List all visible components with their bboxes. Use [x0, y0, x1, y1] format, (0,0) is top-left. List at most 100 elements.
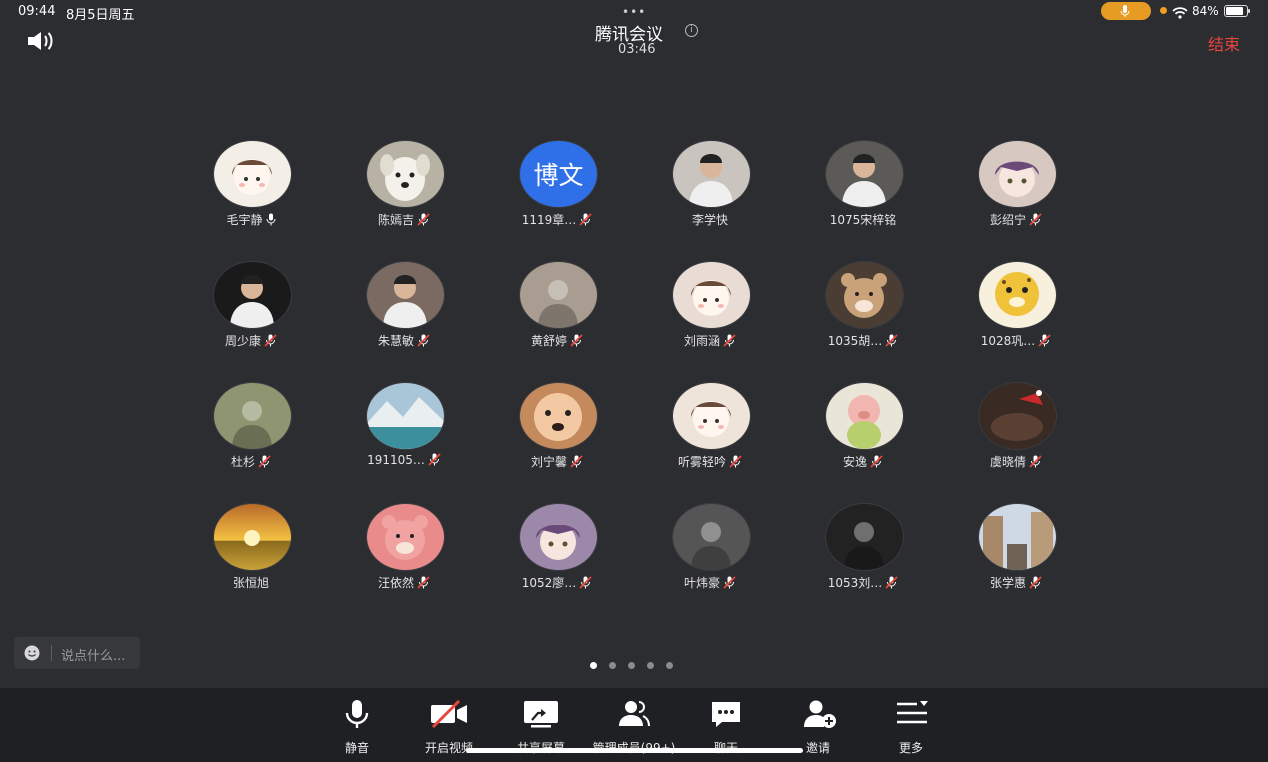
participant-tile[interactable]: 张恒旭 [166, 501, 319, 622]
mute-button[interactable]: 静音 [311, 688, 403, 762]
participant-tile[interactable]: 彭绍宁 [931, 138, 1084, 259]
participant-tile[interactable]: 毛宇静 [166, 138, 319, 259]
participant-name: 1052廖… [521, 576, 577, 590]
participant-tile[interactable]: 191105… [319, 380, 472, 501]
more-label: 更多 [898, 741, 923, 755]
participant-name-row: 刘雨涵 [625, 332, 795, 350]
avatar [978, 140, 1057, 208]
microphone-muted-icon [1029, 213, 1042, 229]
page-dot[interactable] [647, 662, 654, 669]
participant-tile[interactable]: 李学快 [625, 138, 778, 259]
participant-name: 杜杉 [230, 455, 255, 469]
microphone-muted-icon [1029, 576, 1042, 592]
avatar-text: 博文 [533, 161, 584, 190]
mute-label: 静音 [344, 741, 369, 755]
participant-name: 张学惠 [989, 576, 1026, 590]
participant-name: 1119章… [521, 213, 577, 227]
page-dot[interactable] [609, 662, 616, 669]
mic-in-use-indicator [1101, 2, 1151, 20]
battery-percentage: 84% [1192, 4, 1219, 18]
more-button[interactable]: 更多 [865, 688, 957, 762]
speaker-icon[interactable] [26, 30, 56, 56]
avatar [825, 382, 904, 450]
microphone-muted-icon [417, 213, 430, 229]
participant-name-row: 1075宋梓铭 [778, 211, 948, 228]
participant-name: 1028巩… [980, 334, 1036, 348]
participant-name: 刘宁馨 [530, 455, 567, 469]
participant-name-row: 1035胡… [778, 332, 948, 350]
participant-tile[interactable]: 1035胡… [778, 259, 931, 380]
participant-tile[interactable]: 周少康 [166, 259, 319, 380]
avatar [213, 382, 292, 450]
avatar [978, 382, 1057, 450]
microphone-muted-icon [417, 576, 430, 592]
participant-tile[interactable]: 虞晓倩 [931, 380, 1084, 501]
emoji-icon[interactable] [24, 645, 40, 665]
participant-name: 汪依然 [377, 576, 414, 590]
microphone-muted-icon [579, 576, 592, 592]
participant-name: 1035胡… [827, 334, 883, 348]
home-indicator[interactable] [466, 748, 803, 753]
participant-name: 安逸 [842, 455, 867, 469]
video-off-icon [431, 698, 467, 730]
participant-tile[interactable]: 张学惠 [931, 501, 1084, 622]
avatar [366, 140, 445, 208]
avatar [366, 503, 445, 571]
participant-tile[interactable]: 朱慧敏 [319, 259, 472, 380]
participant-tile[interactable]: 安逸 [778, 380, 931, 501]
meeting-timer: 03:46 [618, 42, 656, 57]
participant-name: 1053刘… [827, 576, 883, 590]
invite-icon [802, 698, 836, 730]
avatar: 博文 [519, 140, 598, 208]
page-dot[interactable] [666, 662, 673, 669]
participant-tile[interactable]: 1075宋梓铭 [778, 138, 931, 259]
page-dot[interactable] [628, 662, 635, 669]
avatar [825, 261, 904, 329]
participant-tile[interactable]: 刘宁馨 [472, 380, 625, 501]
more-icon [895, 698, 928, 730]
participant-tile[interactable]: 杜杉 [166, 380, 319, 501]
participant-tile[interactable]: 汪依然 [319, 501, 472, 622]
participant-name-row: 黄舒婷 [472, 332, 642, 350]
participant-tile[interactable]: 1052廖… [472, 501, 625, 622]
wifi-icon [1172, 4, 1188, 23]
participant-name-row: 听雾轻吟 [625, 453, 795, 471]
participant-name-row: 朱慧敏 [319, 332, 489, 350]
participant-tile[interactable]: 叶炜豪 [625, 501, 778, 622]
participant-tile[interactable]: 听雾轻吟 [625, 380, 778, 501]
participant-name: 周少康 [224, 334, 261, 348]
participant-name-row: 1052廖… [472, 574, 642, 592]
participant-name-row: 191105… [319, 453, 489, 469]
page-dot[interactable] [590, 662, 597, 669]
chat-icon [710, 698, 742, 730]
microphone-muted-icon [570, 455, 583, 471]
microphone-muted-icon [1038, 334, 1051, 350]
participant-tile[interactable]: 刘雨涵 [625, 259, 778, 380]
multitask-dots-icon[interactable]: ••• [622, 5, 646, 19]
avatar [825, 140, 904, 208]
recording-dot-icon [1160, 7, 1167, 14]
end-meeting-button[interactable]: 结束 [1208, 31, 1240, 55]
members-icon [618, 698, 650, 730]
top-bar: 09:44 8月5日周五 ••• 腾讯会议 i 03:46 结束 84% [0, 0, 1268, 64]
chat-input[interactable]: 说点什么... [14, 637, 140, 669]
participant-tile[interactable]: 黄舒婷 [472, 259, 625, 380]
divider [51, 645, 52, 661]
participant-tile[interactable]: 陈嫣吉 [319, 138, 472, 259]
participant-name: 李学快 [691, 213, 728, 227]
participant-name: 毛宇静 [226, 213, 263, 227]
microphone-muted-icon [885, 576, 898, 592]
info-icon[interactable]: i [685, 24, 698, 37]
avatar [672, 382, 751, 450]
avatar [672, 261, 751, 329]
participant-tile[interactable]: 1028巩… [931, 259, 1084, 380]
participant-name-row: 毛宇静 [166, 211, 336, 229]
microphone-muted-icon [723, 576, 736, 592]
participant-tile[interactable]: 1053刘… [778, 501, 931, 622]
participant-name: 陈嫣吉 [377, 213, 414, 227]
participant-tile[interactable]: 博文 1119章… [472, 138, 625, 259]
microphone-muted-icon [570, 334, 583, 350]
avatar [213, 261, 292, 329]
participant-name: 黄舒婷 [530, 334, 567, 348]
microphone-muted-icon [723, 334, 736, 350]
